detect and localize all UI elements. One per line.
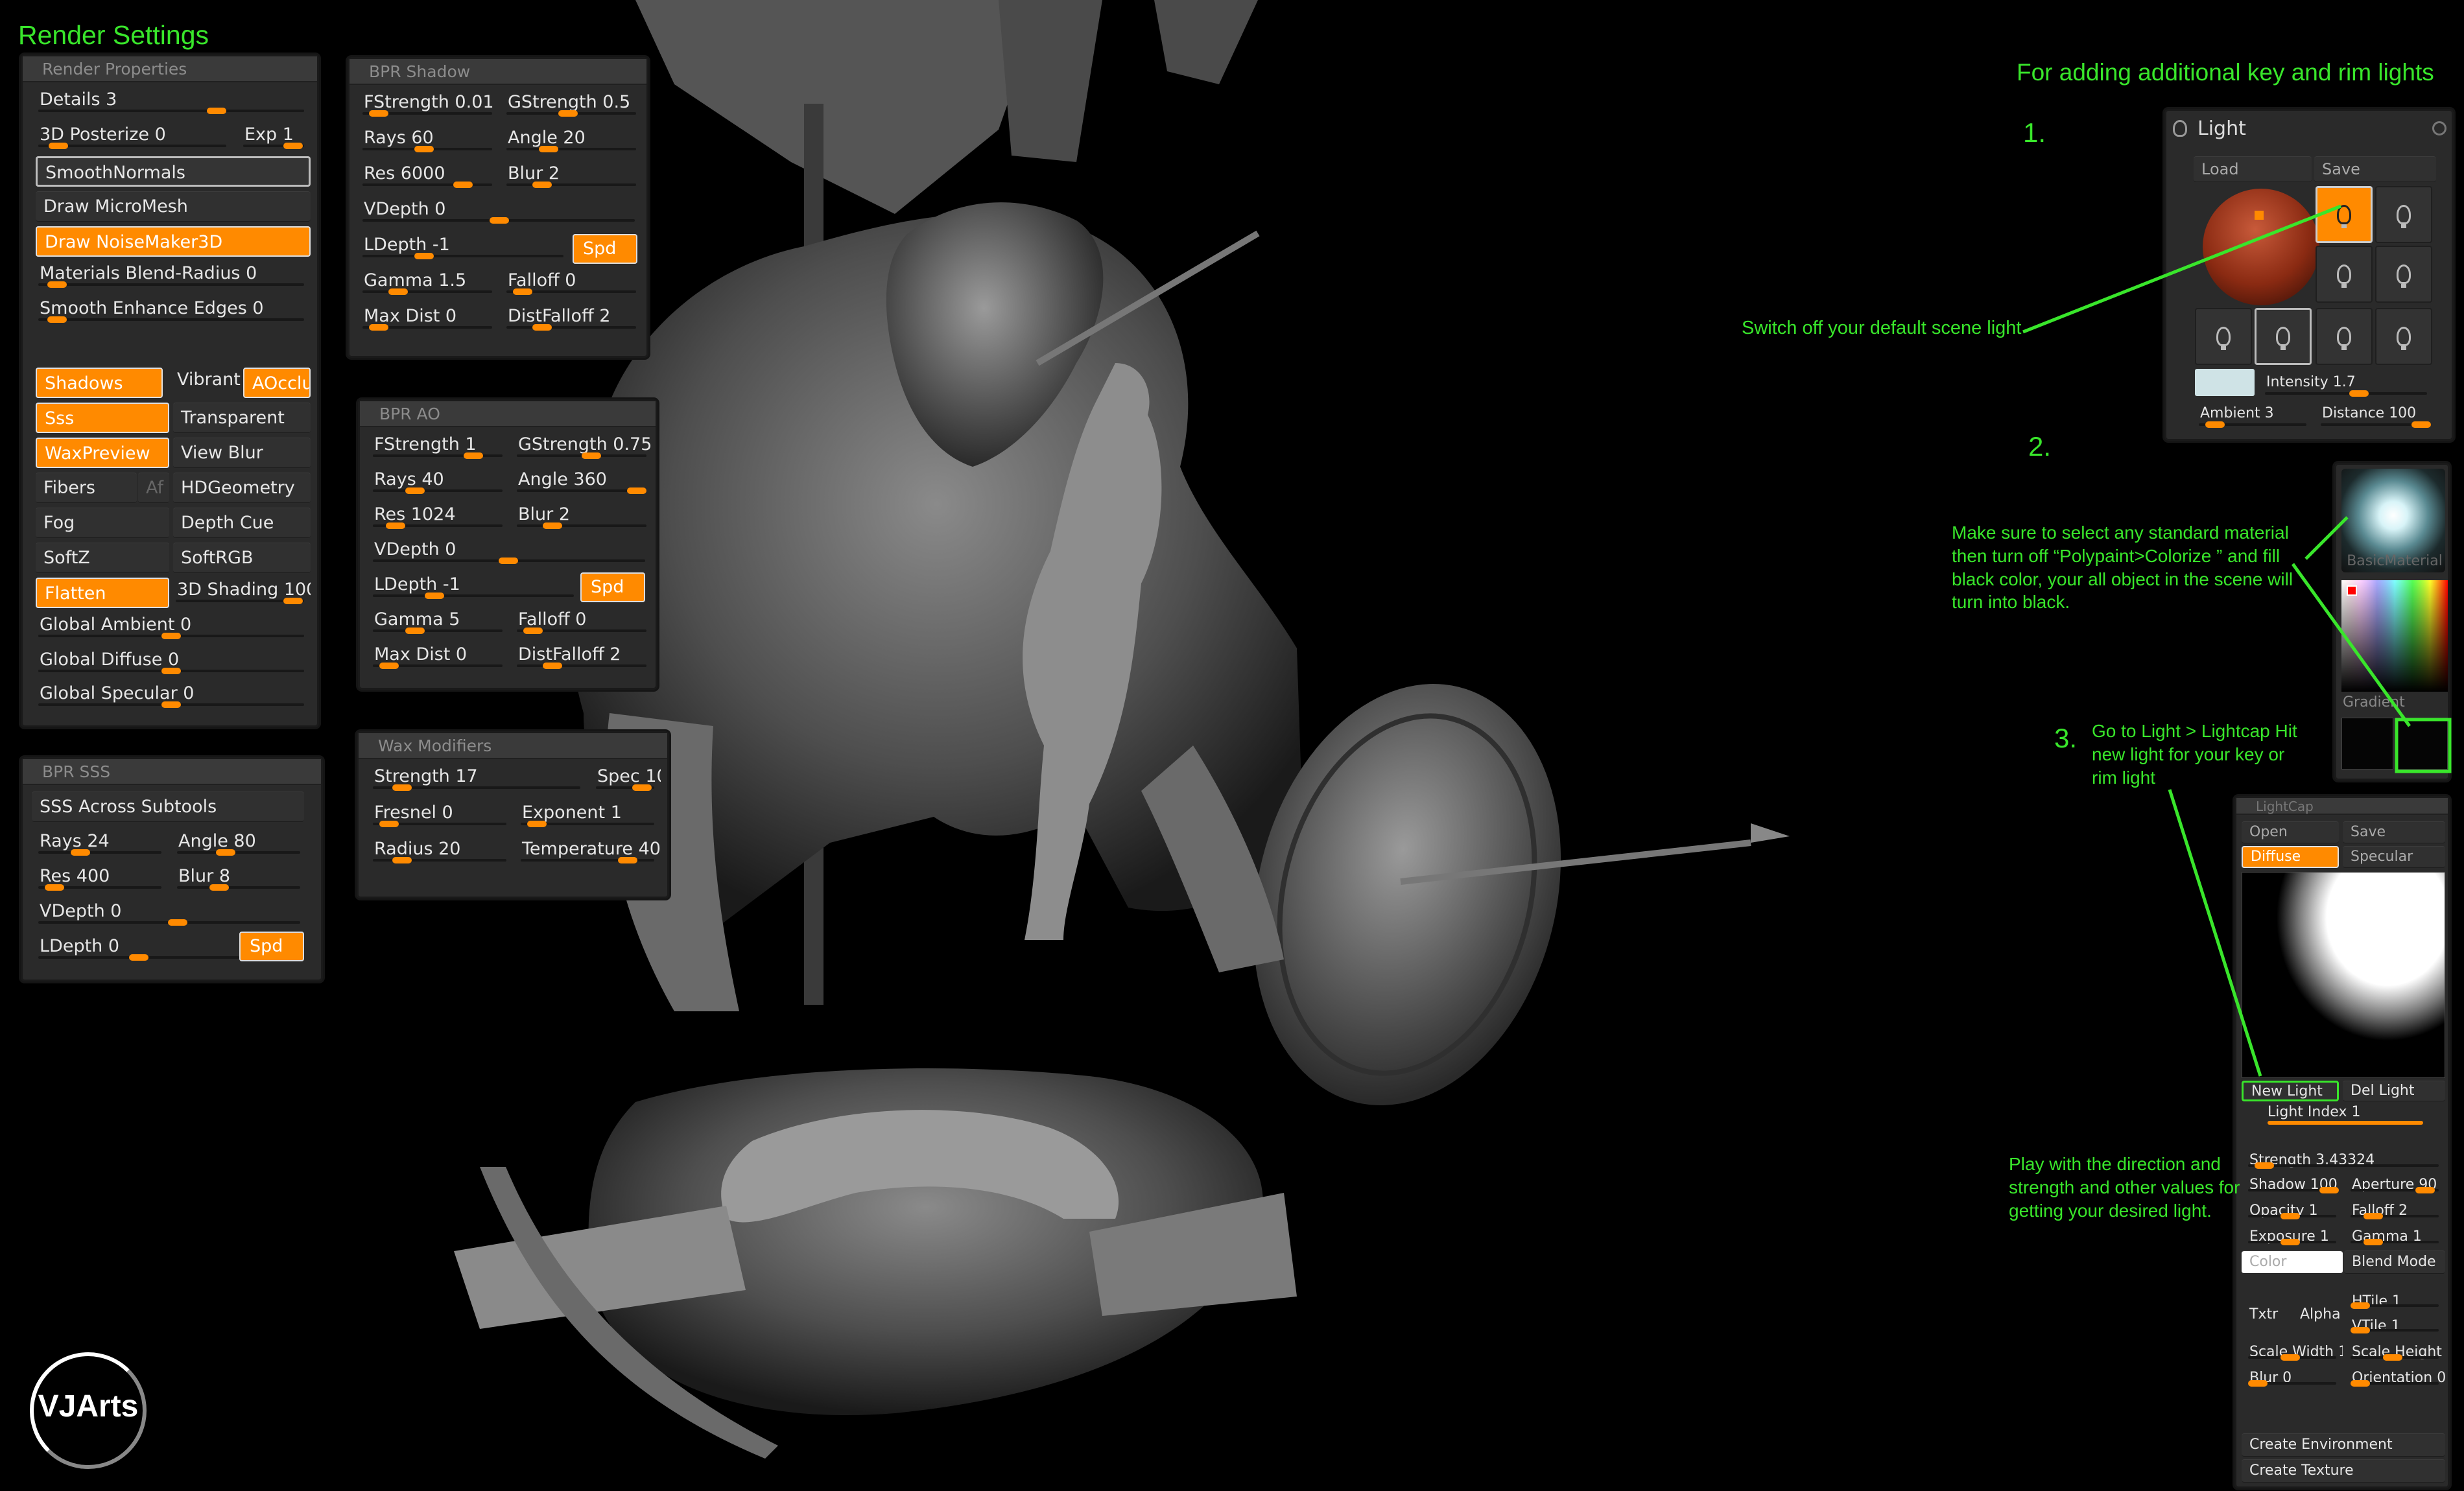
vjarts-logo-text: VJArts (38, 1389, 139, 1424)
page: Render Settings For adding additional ke… (0, 0, 2464, 1491)
annotation-lines (2022, 204, 2452, 1077)
